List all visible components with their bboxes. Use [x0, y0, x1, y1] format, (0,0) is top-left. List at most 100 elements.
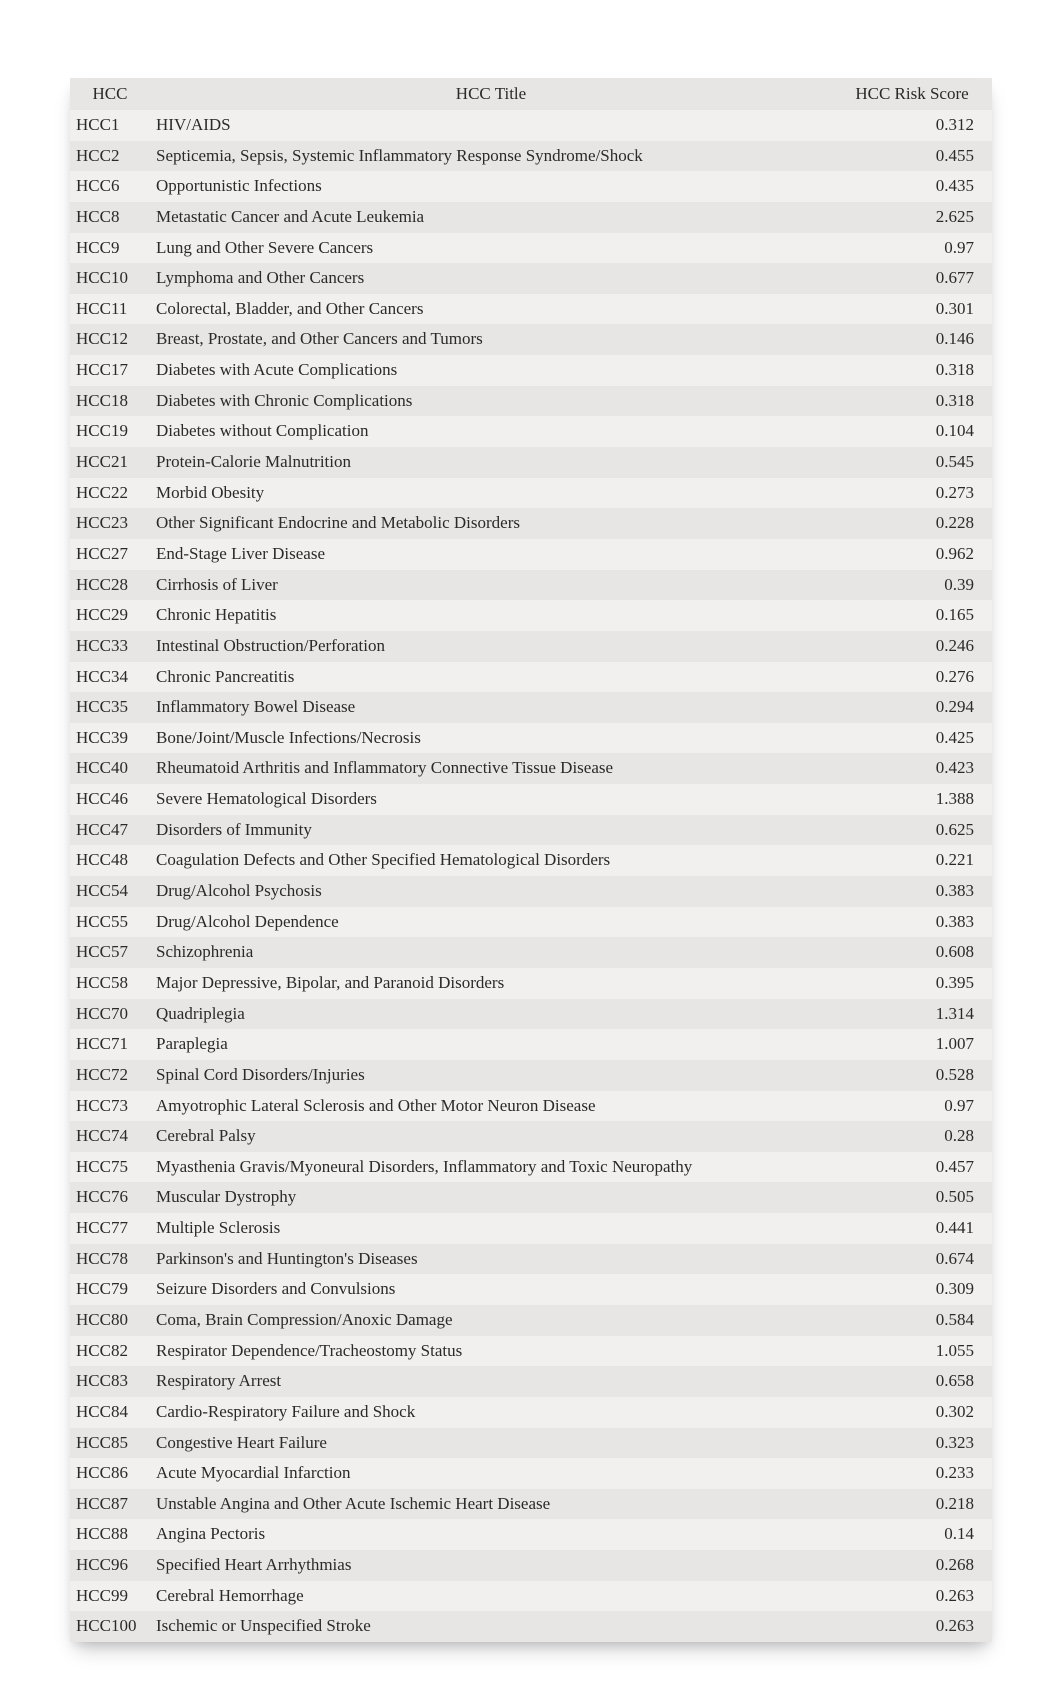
table-row: HCC9Lung and Other Severe Cancers0.97 [70, 233, 992, 264]
cell-hcc: HCC82 [70, 1336, 150, 1367]
cell-hcc: HCC80 [70, 1305, 150, 1336]
cell-score: 0.608 [832, 937, 992, 968]
table-row: HCC58Major Depressive, Bipolar, and Para… [70, 968, 992, 999]
cell-title: Unstable Angina and Other Acute Ischemic… [150, 1489, 832, 1520]
table-row: HCC39Bone/Joint/Muscle Infections/Necros… [70, 723, 992, 754]
cell-hcc: HCC34 [70, 662, 150, 693]
cell-score: 0.545 [832, 447, 992, 478]
cell-hcc: HCC85 [70, 1428, 150, 1459]
cell-score: 0.165 [832, 600, 992, 631]
cell-hcc: HCC86 [70, 1458, 150, 1489]
cell-hcc: HCC23 [70, 508, 150, 539]
cell-title: Disorders of Immunity [150, 815, 832, 846]
table-row: HCC99Cerebral Hemorrhage0.263 [70, 1581, 992, 1612]
cell-title: Inflammatory Bowel Disease [150, 692, 832, 723]
cell-title: Chronic Pancreatitis [150, 662, 832, 693]
cell-score: 0.312 [832, 110, 992, 141]
table-row: HCC11Colorectal, Bladder, and Other Canc… [70, 294, 992, 325]
table-row: HCC12Breast, Prostate, and Other Cancers… [70, 324, 992, 355]
hcc-table: HCC HCC Title HCC Risk Score HCC1HIV/AID… [70, 78, 992, 1642]
cell-title: Rheumatoid Arthritis and Inflammatory Co… [150, 753, 832, 784]
cell-hcc: HCC39 [70, 723, 150, 754]
cell-hcc: HCC33 [70, 631, 150, 662]
cell-score: 0.263 [832, 1611, 992, 1642]
table-row: HCC84Cardio-Respiratory Failure and Shoc… [70, 1397, 992, 1428]
table-row: HCC6Opportunistic Infections0.435 [70, 171, 992, 202]
cell-hcc: HCC18 [70, 386, 150, 417]
cell-hcc: HCC71 [70, 1029, 150, 1060]
cell-score: 0.97 [832, 233, 992, 264]
cell-title: Cerebral Palsy [150, 1121, 832, 1152]
table-row: HCC77Multiple Sclerosis0.441 [70, 1213, 992, 1244]
table-row: HCC2Septicemia, Sepsis, Systemic Inflamm… [70, 141, 992, 172]
cell-hcc: HCC48 [70, 845, 150, 876]
cell-score: 0.221 [832, 845, 992, 876]
cell-title: Lymphoma and Other Cancers [150, 263, 832, 294]
cell-hcc: HCC70 [70, 999, 150, 1030]
cell-score: 0.441 [832, 1213, 992, 1244]
table-row: HCC27End-Stage Liver Disease0.962 [70, 539, 992, 570]
cell-hcc: HCC40 [70, 753, 150, 784]
table-row: HCC8Metastatic Cancer and Acute Leukemia… [70, 202, 992, 233]
cell-title: End-Stage Liver Disease [150, 539, 832, 570]
table-row: HCC75Myasthenia Gravis/Myoneural Disorde… [70, 1152, 992, 1183]
cell-score: 1.007 [832, 1029, 992, 1060]
cell-title: Respirator Dependence/Tracheostomy Statu… [150, 1336, 832, 1367]
cell-score: 0.383 [832, 907, 992, 938]
cell-score: 0.246 [832, 631, 992, 662]
table-row: HCC54Drug/Alcohol Psychosis0.383 [70, 876, 992, 907]
cell-hcc: HCC27 [70, 539, 150, 570]
cell-score: 0.104 [832, 416, 992, 447]
cell-score: 0.146 [832, 324, 992, 355]
cell-title: Drug/Alcohol Psychosis [150, 876, 832, 907]
cell-hcc: HCC21 [70, 447, 150, 478]
cell-hcc: HCC29 [70, 600, 150, 631]
cell-title: Severe Hematological Disorders [150, 784, 832, 815]
table-row: HCC28Cirrhosis of Liver0.39 [70, 570, 992, 601]
cell-hcc: HCC55 [70, 907, 150, 938]
cell-hcc: HCC83 [70, 1366, 150, 1397]
col-header-hcc: HCC [70, 78, 150, 110]
cell-score: 0.302 [832, 1397, 992, 1428]
table-row: HCC85Congestive Heart Failure0.323 [70, 1428, 992, 1459]
table-row: HCC88Angina Pectoris0.14 [70, 1519, 992, 1550]
cell-score: 1.055 [832, 1336, 992, 1367]
cell-title: HIV/AIDS [150, 110, 832, 141]
table-row: HCC55Drug/Alcohol Dependence0.383 [70, 907, 992, 938]
table-row: HCC87Unstable Angina and Other Acute Isc… [70, 1489, 992, 1520]
cell-title: Major Depressive, Bipolar, and Paranoid … [150, 968, 832, 999]
cell-score: 0.625 [832, 815, 992, 846]
table-row: HCC73Amyotrophic Lateral Sclerosis and O… [70, 1091, 992, 1122]
cell-hcc: HCC79 [70, 1274, 150, 1305]
table-row: HCC76Muscular Dystrophy0.505 [70, 1182, 992, 1213]
cell-hcc: HCC11 [70, 294, 150, 325]
table-row: HCC17Diabetes with Acute Complications0.… [70, 355, 992, 386]
cell-score: 0.276 [832, 662, 992, 693]
cell-title: Acute Myocardial Infarction [150, 1458, 832, 1489]
cell-score: 0.263 [832, 1581, 992, 1612]
cell-score: 0.97 [832, 1091, 992, 1122]
cell-title: Paraplegia [150, 1029, 832, 1060]
cell-hcc: HCC99 [70, 1581, 150, 1612]
cell-title: Diabetes with Chronic Complications [150, 386, 832, 417]
cell-title: Cirrhosis of Liver [150, 570, 832, 601]
cell-title: Metastatic Cancer and Acute Leukemia [150, 202, 832, 233]
table-row: HCC72Spinal Cord Disorders/Injuries0.528 [70, 1060, 992, 1091]
cell-title: Schizophrenia [150, 937, 832, 968]
table-row: HCC19Diabetes without Complication0.104 [70, 416, 992, 447]
cell-title: Intestinal Obstruction/Perforation [150, 631, 832, 662]
cell-hcc: HCC22 [70, 478, 150, 509]
table-row: HCC96Specified Heart Arrhythmias0.268 [70, 1550, 992, 1581]
table-row: HCC35Inflammatory Bowel Disease0.294 [70, 692, 992, 723]
cell-score: 0.318 [832, 386, 992, 417]
cell-hcc: HCC6 [70, 171, 150, 202]
cell-score: 0.228 [832, 508, 992, 539]
cell-title: Protein-Calorie Malnutrition [150, 447, 832, 478]
cell-title: Lung and Other Severe Cancers [150, 233, 832, 264]
table-container: HCC HCC Title HCC Risk Score HCC1HIV/AID… [70, 78, 992, 1642]
cell-score: 0.457 [832, 1152, 992, 1183]
cell-title: Ischemic or Unspecified Stroke [150, 1611, 832, 1642]
table-row: HCC57Schizophrenia0.608 [70, 937, 992, 968]
cell-score: 0.233 [832, 1458, 992, 1489]
cell-title: Coagulation Defects and Other Specified … [150, 845, 832, 876]
